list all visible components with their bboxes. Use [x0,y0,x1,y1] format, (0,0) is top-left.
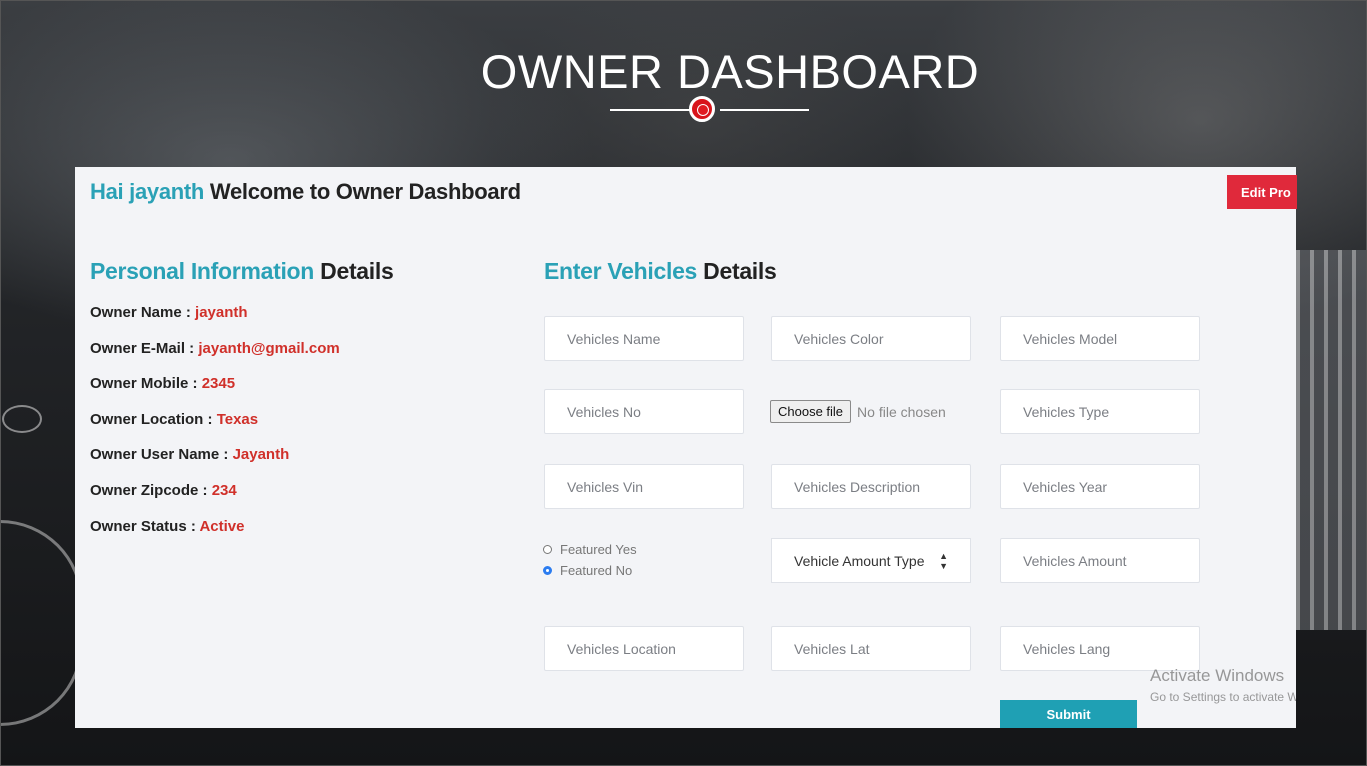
watermark-title: Activate Windows [1150,666,1285,685]
vehicle-year-input[interactable] [1000,464,1200,509]
info-label: Owner User Name : [90,446,233,464]
watermark-subtitle: Go to Settings to activate Windows. [1150,690,1296,704]
vehicle-name-input[interactable] [544,316,744,361]
personal-info-list: Owner Name : jayanth Owner E-Mail : jaya… [90,303,340,552]
background-car-logo [2,405,42,433]
vehicle-no-input[interactable] [544,389,744,434]
info-row-owner-name: Owner Name : jayanth [90,303,340,339]
featured-no-option[interactable]: Featured No [543,560,637,581]
info-value: Jayanth [232,446,290,464]
info-value: Active [199,517,245,535]
info-value: jayanth [195,304,248,321]
background-fence [1296,250,1367,630]
title-divider-right [720,109,809,111]
choose-file-button[interactable]: Choose file [770,400,852,423]
welcome-text: Welcome to Owner Dashboard [209,179,521,204]
title-divider-left [610,109,700,111]
info-value: 234 [211,481,237,499]
info-value: jayanth@gmail.com [198,339,340,357]
featured-no-radio[interactable] [543,566,552,575]
welcome-heading: Hai jayanth Welcome to Owner Dashboard [90,179,521,205]
vehicle-color-input[interactable] [771,316,971,361]
vehicles-heading-rest: Details [703,258,777,284]
info-row-owner-status: Owner Status : Active [90,517,340,553]
personal-info-heading: Personal Information Details [90,258,394,285]
info-label: Owner Status : [90,517,200,535]
info-row-owner-location: Owner Location : Texas [90,410,340,446]
file-status-text: No file chosen [857,403,946,420]
vehicle-model-input[interactable] [1000,316,1200,361]
edit-profile-button[interactable]: Edit Pro [1227,175,1297,209]
vehicle-description-input[interactable] [771,464,971,509]
dashboard-panel: Hai jayanth Welcome to Owner Dashboard E… [75,167,1297,728]
info-row-owner-mobile: Owner Mobile : 2345 [90,374,340,410]
info-label: Owner E-Mail : [90,339,199,357]
vehicle-lat-input[interactable] [771,626,971,671]
personal-heading-rest: Details [320,258,394,284]
amount-type-selected: Vehicle Amount Type [794,552,925,569]
vehicle-amount-type-select[interactable]: Vehicle Amount Type ▲ ▼ [771,538,971,583]
featured-radio-group: Featured Yes Featured No [543,539,637,581]
featured-no-label: Featured No [560,563,633,578]
vehicle-type-input[interactable] [1000,389,1200,434]
vehicle-amount-input[interactable] [1000,538,1200,583]
page-title: OWNER DASHBOARD [480,45,980,98]
info-value: 2345 [201,375,236,393]
vehicles-heading-accent: Enter Vehicles [544,258,698,284]
info-row-owner-username: Owner User Name : Jayanth [90,445,340,481]
submit-button[interactable]: Submit [1000,700,1137,728]
personal-heading-accent: Personal Information [90,258,315,284]
vehicles-heading: Enter Vehicles Details [544,258,777,285]
featured-yes-radio[interactable] [543,545,552,554]
vehicle-vin-input[interactable] [544,464,744,509]
select-updown-icon: ▲ ▼ [939,550,948,571]
title-target-icon [689,96,715,122]
activate-windows-watermark: Activate Windows Go to Settings to activ… [1150,666,1296,704]
welcome-greeting: Hai jayanth [90,179,205,204]
info-row-owner-zipcode: Owner Zipcode : 234 [90,481,340,517]
featured-yes-option[interactable]: Featured Yes [543,539,637,560]
vehicle-image-file-input[interactable]: Choose file No file chosen [770,389,946,434]
info-label: Owner Location : [90,410,217,428]
info-label: Owner Name : [90,304,196,321]
info-label: Owner Zipcode : [90,481,212,499]
info-value: Texas [216,410,259,428]
vehicle-lang-input[interactable] [1000,626,1200,671]
info-row-owner-email: Owner E-Mail : jayanth@gmail.com [90,339,340,375]
vehicle-location-input[interactable] [544,626,744,671]
info-label: Owner Mobile : [90,375,202,393]
featured-yes-label: Featured Yes [560,542,637,557]
